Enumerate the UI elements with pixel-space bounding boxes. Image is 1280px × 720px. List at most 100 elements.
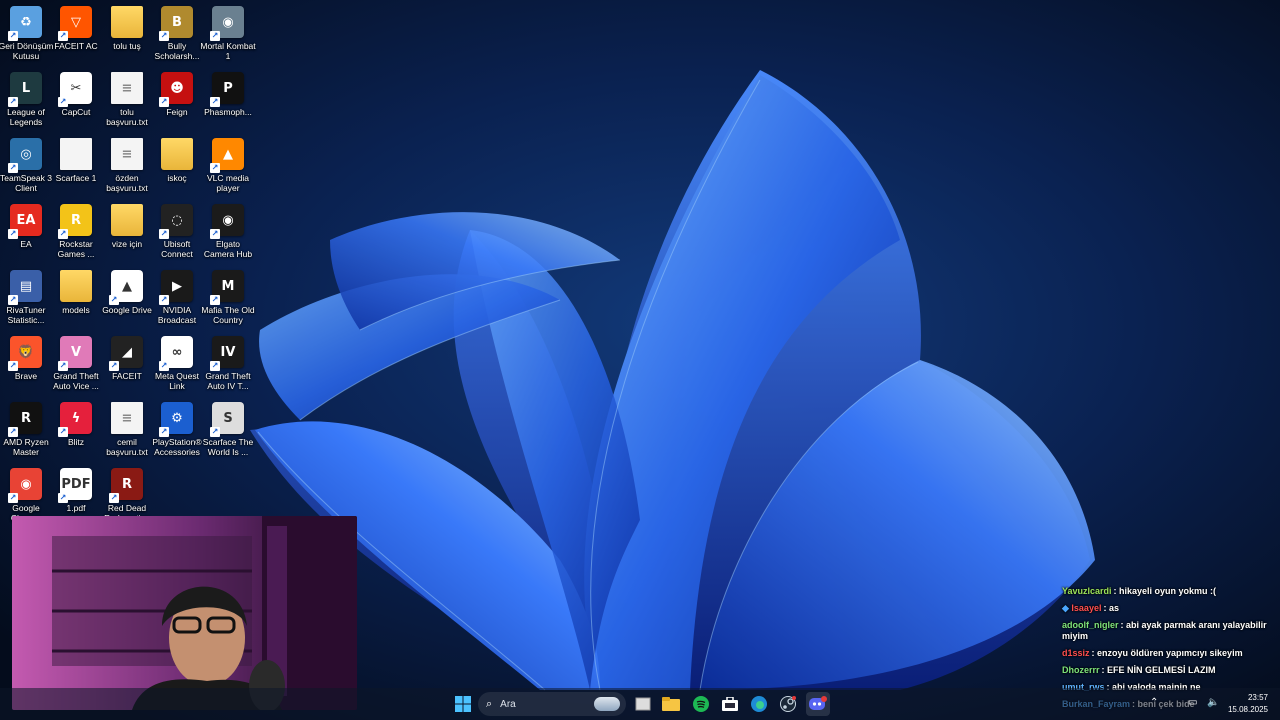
- desktop-icon-label: Bully Scholarsh...: [154, 41, 200, 61]
- playstation-icon: ⚙: [159, 402, 193, 437]
- desktop-icon[interactable]: Scarface 1: [50, 134, 102, 200]
- discord-icon[interactable]: [806, 692, 830, 716]
- pdf-icon: PDF: [58, 468, 92, 503]
- desktop-icon-label: 1.pdf: [66, 503, 86, 513]
- desktop-icon[interactable]: MMafia The Old Country: [201, 266, 255, 332]
- chat-username: Isaayel: [1071, 603, 1102, 613]
- spotify-icon[interactable]: [689, 692, 713, 716]
- chat-message: adoolf_nigler: abi ayak parmak aranı yal…: [1062, 620, 1276, 642]
- desktop-icon[interactable]: ≡ özden başvuru.txt: [101, 134, 153, 200]
- desktop-icon[interactable]: models: [50, 266, 102, 332]
- desktop-icon[interactable]: ϟBlitz: [50, 398, 102, 464]
- desktop-icon[interactable]: EAEA: [0, 200, 52, 266]
- clock-date: 15.08.2025: [1227, 705, 1268, 714]
- desktop-icon-label: TeamSpeak 3 Client: [0, 173, 52, 193]
- feign-icon: ☻: [159, 72, 193, 107]
- desktop-icon-label: özden başvuru.txt: [106, 173, 148, 193]
- start-icon[interactable]: [451, 692, 475, 716]
- ea-icon: EA: [8, 204, 42, 239]
- desktop-icon-label: Mafia The Old Country: [201, 305, 255, 325]
- desktop-icon[interactable]: ▶NVIDIA Broadcast: [151, 266, 203, 332]
- chat-message: d1ssiz: enzoyu öldüren yapımcıyı sikeyim: [1062, 648, 1276, 659]
- desktop-icon[interactable]: ▲VLC media player: [202, 134, 254, 200]
- desktop-icon[interactable]: ▽FACEIT AC: [50, 2, 102, 68]
- volume-icon[interactable]: 🔈: [1207, 697, 1219, 708]
- desktop-icon[interactable]: RAMD Ryzen Master: [0, 398, 52, 464]
- desktop-icon[interactable]: 🦁Brave: [0, 332, 52, 398]
- search-placeholder: Ara: [500, 698, 516, 710]
- desktop-icon[interactable]: ⚙PlayStation® Accessories: [151, 398, 203, 464]
- file-explorer-icon[interactable]: [659, 692, 683, 716]
- folder-icon: [161, 138, 193, 170]
- search-box[interactable]: ⌕ Ara: [478, 692, 626, 716]
- desktop-icon[interactable]: ▤RivaTuner Statistic...: [0, 266, 52, 332]
- league-of-legends-icon: L: [8, 72, 42, 107]
- desktop-icon[interactable]: ☻Feign: [151, 68, 203, 134]
- chat-badge-icon: ◆: [1062, 603, 1072, 613]
- desktop-icon[interactable]: ∞Meta Quest Link: [151, 332, 203, 398]
- chat-text: as: [1108, 603, 1119, 613]
- phasmophobia-icon: P: [210, 72, 244, 107]
- scarface-world-icon: S: [210, 402, 244, 437]
- red-dead-icon: R: [109, 468, 143, 503]
- desktop-icon-label: iskoç: [167, 173, 187, 183]
- system-clock[interactable]: 23:57 15.08.2025: [1228, 692, 1268, 716]
- desktop-icon[interactable]: ◎TeamSpeak 3 Client: [0, 134, 52, 200]
- desktop-icon[interactable]: ♻Geri Dönüşüm Kutusu: [0, 2, 54, 68]
- desktop-icon-label: CapCut: [61, 107, 91, 117]
- desktop-icon[interactable]: tolu tuş: [101, 2, 153, 68]
- desktop-icon[interactable]: PPhasmoph...: [202, 68, 254, 134]
- desktop-icon-label: Elgato Camera Hub: [203, 239, 253, 259]
- mafia-icon: M: [210, 270, 244, 305]
- steam-icon[interactable]: [776, 692, 800, 716]
- desktop-icon-label: Geri Dönüşüm Kutusu: [0, 41, 54, 61]
- desktop-icon-label: Scarface 1: [55, 173, 97, 183]
- desktop-icon[interactable]: ≡ cemil başvuru.txt: [101, 398, 153, 464]
- desktop-icon[interactable]: ◉Mortal Kombat 1: [200, 2, 256, 68]
- desktop-icon-label: Scarface The World Is ...: [202, 437, 254, 457]
- edge-icon[interactable]: [747, 692, 771, 716]
- chat-text: EFE NİN GELMESİ LAZIM: [1107, 665, 1216, 675]
- tray-overflow-icon[interactable]: ⌃: [1150, 697, 1158, 708]
- desktop-icon[interactable]: ◉Elgato Camera Hub: [202, 200, 254, 266]
- chrome-icon: ◉: [8, 468, 42, 503]
- chat-message: ◆ Isaayel: as: [1062, 603, 1276, 614]
- store-icon[interactable]: [718, 692, 742, 716]
- teamspeak-icon: ◎: [8, 138, 42, 173]
- text-file-icon: ≡: [111, 402, 143, 434]
- desktop-icon[interactable]: ≡ tolu başvuru.txt: [101, 68, 153, 134]
- desktop-icon[interactable]: iskoç: [151, 134, 203, 200]
- taskbar: ⌕ Ara ⌃ ▭ 🔈 23:57 15.08.2025: [0, 688, 1280, 720]
- chat-username: d1ssiz: [1062, 648, 1090, 658]
- desktop-icon-label: Brave: [14, 371, 38, 381]
- meta-quest-icon: ∞: [159, 336, 193, 371]
- desktop-icon-label: VLC media player: [206, 173, 250, 193]
- desktop-icon[interactable]: vize için: [101, 200, 153, 266]
- network-icon[interactable]: ▭: [1188, 697, 1197, 708]
- desktop-icon-label: tolu tuş: [113, 41, 141, 51]
- chat-text: hikayeli oyun yokmu :(: [1119, 586, 1217, 596]
- desktop-icon[interactable]: SScarface The World Is ...: [202, 398, 254, 464]
- task-view-icon[interactable]: [631, 692, 655, 716]
- folder-icon: [111, 204, 143, 236]
- desktop-icon[interactable]: IVGrand Theft Auto IV T...: [202, 332, 254, 398]
- desktop-icon-label: EA: [20, 239, 32, 249]
- search-highlight-icon: [594, 697, 620, 711]
- desktop-icon-label: Mortal Kombat 1: [200, 41, 256, 61]
- blitz-icon: ϟ: [58, 402, 92, 437]
- desktop-icon-label: NVIDIA Broadcast: [157, 305, 197, 325]
- chat-username: Dhozerrr: [1062, 665, 1100, 675]
- chat-username: adoolf_nigler: [1062, 620, 1119, 630]
- desktop-icon-label: FACEIT AC: [54, 41, 98, 51]
- desktop-icon[interactable]: LLeague of Legends: [0, 68, 52, 134]
- desktop-icon[interactable]: ◌Ubisoft Connect: [151, 200, 203, 266]
- desktop-icon-label: Google Drive: [102, 305, 152, 315]
- amd-ryzen-icon: R: [8, 402, 42, 437]
- desktop-icon[interactable]: ◢FACEIT: [101, 332, 153, 398]
- desktop-icon[interactable]: ▲Google Drive: [101, 266, 153, 332]
- desktop-icon[interactable]: ✂CapCut: [50, 68, 102, 134]
- desktop-icon[interactable]: RRockstar Games ...: [50, 200, 102, 266]
- desktop-icon[interactable]: VGrand Theft Auto Vice ...: [50, 332, 102, 398]
- faceit-icon: ◢: [109, 336, 143, 371]
- desktop-icon[interactable]: BBully Scholarsh...: [151, 2, 203, 68]
